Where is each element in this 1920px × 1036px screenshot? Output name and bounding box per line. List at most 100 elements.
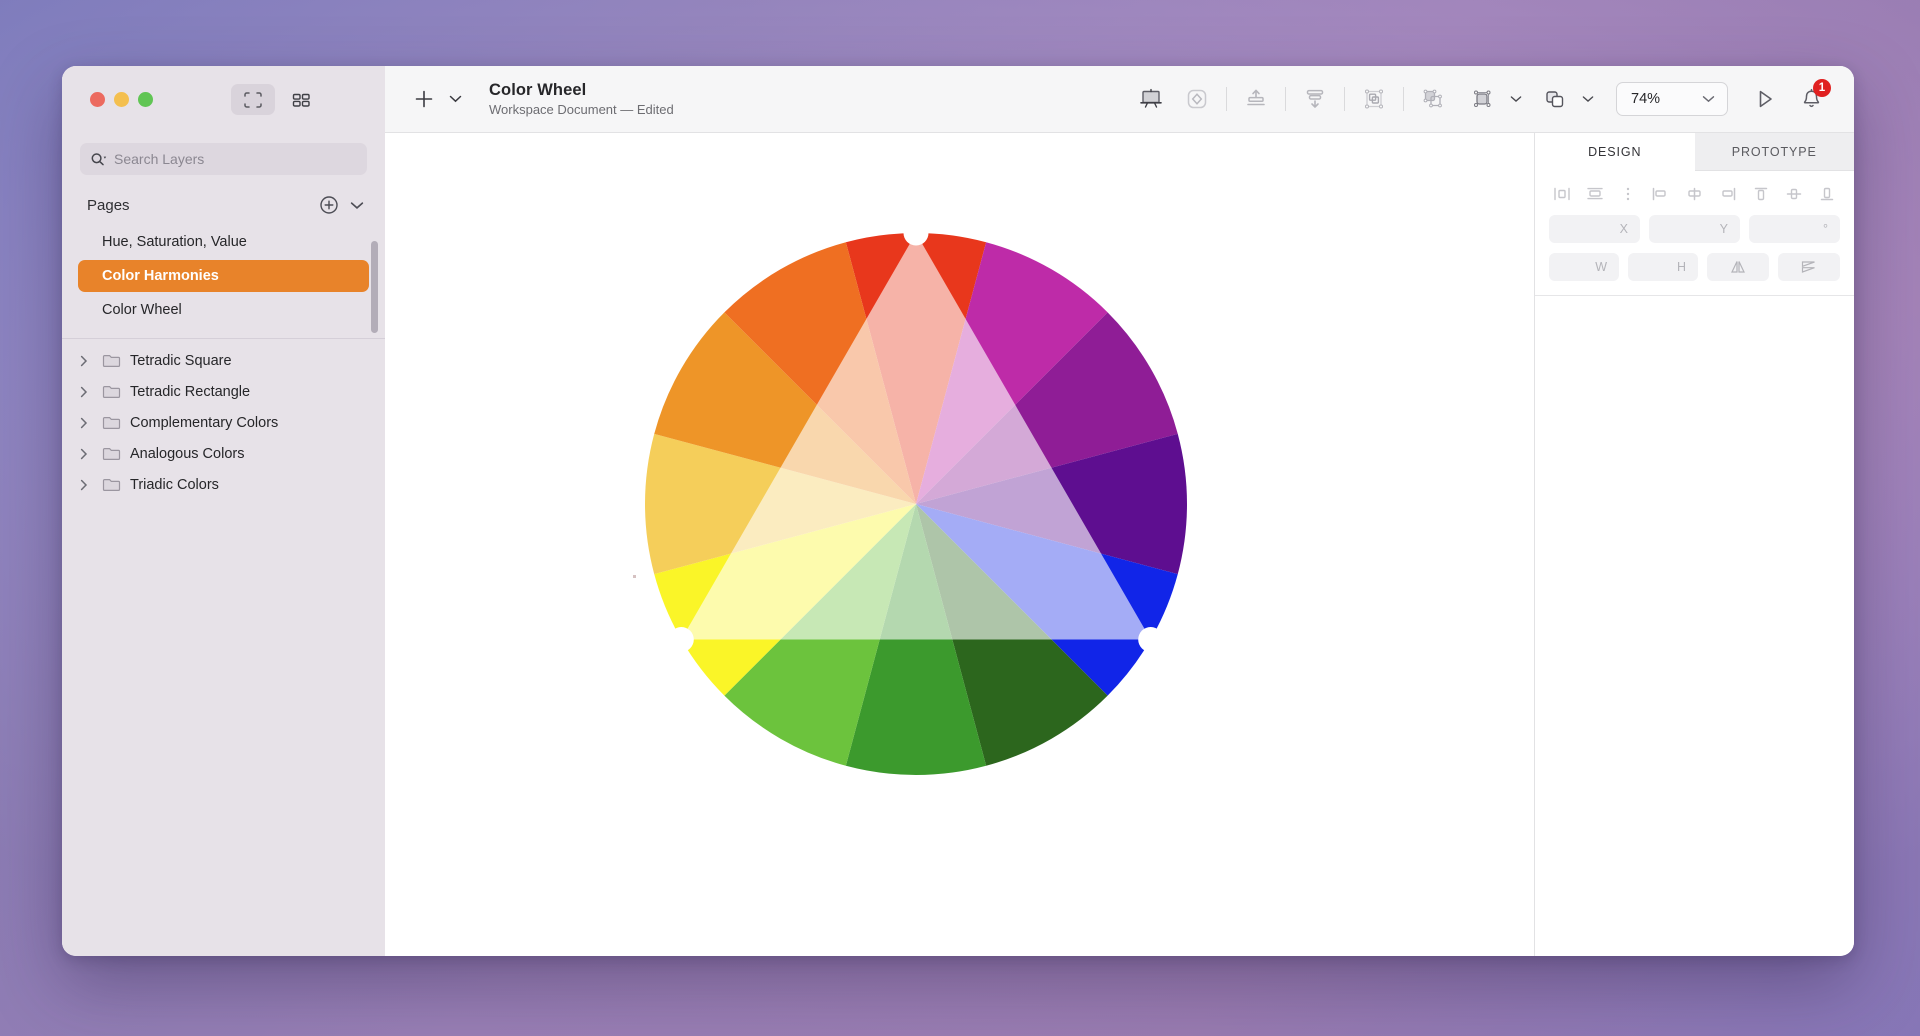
- layer-item-analogous-colors[interactable]: Analogous Colors: [62, 438, 385, 469]
- x-field[interactable]: X: [1549, 215, 1640, 243]
- folder-glyph: [102, 415, 121, 431]
- send-backward-button[interactable]: [1292, 79, 1338, 119]
- canvas-marker: [633, 575, 636, 578]
- folder-icon: [100, 384, 122, 400]
- notifications-button[interactable]: 1: [1788, 79, 1834, 119]
- mask-icon: [1361, 87, 1387, 111]
- layer-item-complementary-colors[interactable]: Complementary Colors: [62, 407, 385, 438]
- insert-dropdown-button[interactable]: [447, 91, 463, 107]
- page-item-color-wheel[interactable]: Color Wheel: [78, 294, 369, 326]
- align-top-icon: [1750, 185, 1772, 203]
- grid-view-icon: [290, 91, 312, 109]
- transform-icon: [1470, 87, 1496, 111]
- chevron-down-icon: [1702, 95, 1715, 103]
- pages-options-button[interactable]: [345, 193, 369, 217]
- bring-forward-button[interactable]: [1233, 79, 1279, 119]
- align-right-edge-button[interactable]: [1715, 183, 1741, 205]
- height-field[interactable]: H: [1628, 253, 1698, 281]
- align-center-horizontal-button[interactable]: [1582, 183, 1608, 205]
- boolean-icon: [1420, 87, 1446, 111]
- rotation-placeholder: °: [1823, 222, 1828, 236]
- inspector-divider: [1535, 295, 1854, 296]
- width-placeholder: W: [1595, 260, 1607, 274]
- color-wheel-artwork[interactable]: [645, 233, 1187, 775]
- close-button[interactable]: [90, 92, 105, 107]
- color-wheel-svg: [645, 233, 1187, 775]
- flip-horizontal-icon: [1728, 259, 1748, 275]
- y-field[interactable]: Y: [1649, 215, 1740, 243]
- rotation-field[interactable]: °: [1749, 215, 1840, 243]
- disclosure-icon[interactable]: [76, 417, 92, 429]
- app-window: Color Wheel Workspace Document — Edited: [62, 66, 1854, 956]
- handle-blue[interactable]: [1138, 627, 1163, 652]
- page-item-hue-saturation-value[interactable]: Hue, Saturation, Value: [78, 226, 369, 258]
- group-button[interactable]: [1532, 79, 1578, 119]
- add-button[interactable]: [411, 86, 437, 112]
- search-input[interactable]: Search Layers: [80, 143, 367, 175]
- page-label: Hue, Saturation, Value: [102, 234, 247, 250]
- boolean-button[interactable]: [1410, 79, 1456, 119]
- align-center-horizontal-icon: [1584, 185, 1606, 203]
- view-toggle: [231, 84, 323, 115]
- tab-prototype[interactable]: PROTOTYPE: [1695, 133, 1855, 171]
- align-bottom-button[interactable]: [1814, 183, 1840, 205]
- pages-header: Pages: [62, 183, 385, 225]
- folder-glyph: [102, 446, 121, 462]
- titlebar: Color Wheel Workspace Document — Edited: [62, 66, 1854, 133]
- zoom-value: 74%: [1631, 91, 1660, 107]
- page-item-color-harmonies[interactable]: Color Harmonies: [78, 260, 369, 292]
- plus-circle-icon: [319, 195, 339, 215]
- folder-glyph: [102, 353, 121, 369]
- flip-horizontal-button[interactable]: [1707, 253, 1769, 281]
- flip-vertical-button[interactable]: [1778, 253, 1840, 281]
- align-left-button[interactable]: [1549, 183, 1575, 205]
- align-middle-icon: [1783, 185, 1805, 203]
- inspector-panel: DESIGN PROTOTYPE: [1534, 133, 1854, 956]
- align-top-icon: [1243, 87, 1269, 111]
- handle-yellow[interactable]: [669, 627, 694, 652]
- disclosure-icon[interactable]: [76, 479, 92, 491]
- sidebar-divider: [62, 338, 385, 339]
- main-area: Search Layers Pages Hue, S: [62, 133, 1854, 956]
- align-middle-button[interactable]: [1781, 183, 1807, 205]
- tab-design[interactable]: DESIGN: [1535, 133, 1695, 171]
- grid-view-button[interactable]: [279, 84, 323, 115]
- layer-item-tetradic-rectangle[interactable]: Tetradic Rectangle: [62, 376, 385, 407]
- zoom-select[interactable]: 74%: [1616, 82, 1728, 116]
- layer-item-tetradic-square[interactable]: Tetradic Square: [62, 345, 385, 376]
- minimize-button[interactable]: [114, 92, 129, 107]
- distribute-vertical-icon: [1622, 185, 1634, 203]
- disclosure-icon[interactable]: [76, 386, 92, 398]
- symbol-icon: [1184, 87, 1210, 111]
- symbol-button[interactable]: [1174, 79, 1220, 119]
- page-label: Color Harmonies: [102, 268, 219, 284]
- mask-button[interactable]: [1351, 79, 1397, 119]
- toolbar-divider: [1403, 87, 1404, 111]
- add-page-button[interactable]: [317, 193, 341, 217]
- distribute-vertical-button[interactable]: [1615, 183, 1641, 205]
- preview-button[interactable]: [1742, 79, 1788, 119]
- layer-item-triadic-colors[interactable]: Triadic Colors: [62, 469, 385, 500]
- alignment-toolbar: [1535, 171, 1854, 215]
- transform-button[interactable]: [1460, 79, 1506, 119]
- align-top-button[interactable]: [1748, 183, 1774, 205]
- align-left-edge-button[interactable]: [1648, 183, 1674, 205]
- align-center-button[interactable]: [1682, 183, 1708, 205]
- disclosure-icon[interactable]: [76, 355, 92, 367]
- transform-dropdown-button[interactable]: [1508, 91, 1524, 107]
- chevron-down-icon: [350, 201, 364, 210]
- zoom-button[interactable]: [138, 92, 153, 107]
- chevron-right-icon: [80, 355, 88, 367]
- layer-label: Tetradic Square: [130, 353, 232, 369]
- sidebar-scrollbar[interactable]: [371, 241, 378, 333]
- layers-sidebar: Search Layers Pages Hue, S: [62, 133, 385, 956]
- group-dropdown-button[interactable]: [1580, 91, 1596, 107]
- disclosure-icon[interactable]: [76, 448, 92, 460]
- layer-label: Triadic Colors: [130, 477, 219, 493]
- page-title: Color Wheel: [489, 80, 674, 100]
- align-left-icon: [1551, 185, 1573, 203]
- canvas[interactable]: [385, 133, 1534, 956]
- artboard-button[interactable]: [1128, 79, 1174, 119]
- width-field[interactable]: W: [1549, 253, 1619, 281]
- canvas-view-button[interactable]: [231, 84, 275, 115]
